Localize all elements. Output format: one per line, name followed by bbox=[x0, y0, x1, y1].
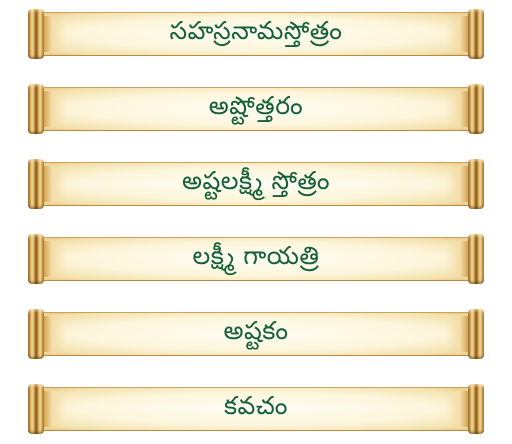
menu-item-sahasranama-stotram[interactable]: సహస్రనామస్తోత్రం bbox=[28, 9, 484, 59]
menu-item-label: లక్ష్మీ గాయత్రి bbox=[192, 241, 320, 270]
scroll-menu: సహస్రనామస్తోత్రం అష్టోత్తరం అష్టలక్ష్మీ … bbox=[0, 0, 512, 444]
menu-item-ashtalakshmi-stotram[interactable]: అష్టలక్ష్మీ స్తోత్రం bbox=[28, 159, 484, 209]
menu-item-label: అష్టకం bbox=[223, 316, 289, 345]
menu-item-label: అష్టలక్ష్మీ స్తోత్రం bbox=[181, 166, 331, 195]
menu-item-label: సహస్రనామస్తోత్రం bbox=[169, 16, 343, 45]
menu-item-ashtottaram[interactable]: అష్టోత్తరం bbox=[28, 84, 484, 134]
menu-item-label: కవచం bbox=[223, 391, 288, 420]
menu-item-lakshmi-gayatri[interactable]: లక్ష్మీ గాయత్రి bbox=[28, 234, 484, 284]
menu-item-kavacham[interactable]: కవచం bbox=[28, 384, 484, 434]
menu-item-label: అష్టోత్తరం bbox=[208, 91, 304, 120]
menu-item-ashtakam[interactable]: అష్టకం bbox=[28, 309, 484, 359]
